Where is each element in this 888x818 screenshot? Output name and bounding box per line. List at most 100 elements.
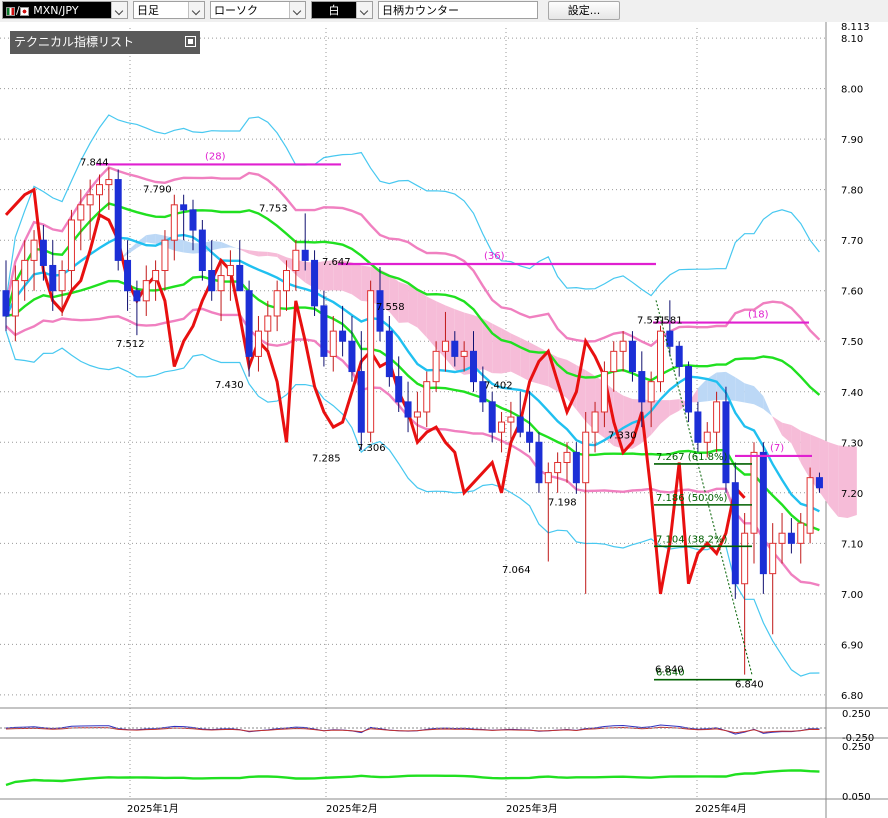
price-annotation: 7.844 xyxy=(80,157,109,168)
sub-axis-label: 0.250 xyxy=(842,709,871,720)
y-axis-label: 7.40 xyxy=(841,388,863,399)
cloud-segment xyxy=(828,442,839,517)
candle-body xyxy=(694,411,702,443)
x-axis-label: 2025年1月 xyxy=(127,802,179,815)
candle-body xyxy=(619,340,627,352)
candle-body xyxy=(245,290,253,357)
price-annotation: 7.285 xyxy=(312,453,341,464)
candle-body xyxy=(423,381,431,413)
price-annotation: 7.306 xyxy=(357,443,386,454)
price-annotation: 7.753 xyxy=(259,203,288,214)
cloud-segment xyxy=(510,333,521,377)
chart-background xyxy=(0,22,888,818)
candle-body xyxy=(264,315,272,332)
candle-body xyxy=(2,290,10,317)
candle-body xyxy=(535,441,543,484)
cloud-segment xyxy=(258,251,268,257)
y-axis-label: 8.10 xyxy=(841,34,863,45)
fibonacci-label: 7.186 (50.0%) xyxy=(656,493,727,504)
cloud-segment xyxy=(445,305,455,370)
settings-button[interactable]: 設定... xyxy=(548,1,620,20)
candle-body xyxy=(67,219,75,272)
candle-body xyxy=(124,259,132,292)
indicator-list-label: テクニカル指標リスト xyxy=(14,35,135,49)
candle-body xyxy=(254,330,262,357)
x-axis-label: 2025年2月 xyxy=(326,802,378,815)
candle-body xyxy=(806,477,814,534)
candle-body xyxy=(600,371,608,413)
chart-grid xyxy=(0,22,888,818)
price-annotation: 7.647 xyxy=(322,257,351,268)
candle-body xyxy=(96,184,103,196)
technical-indicator-list[interactable]: テクニカル指標リスト xyxy=(10,31,200,54)
candle-body xyxy=(470,350,477,383)
candle-body xyxy=(666,330,674,347)
cloud-segment xyxy=(520,337,530,382)
candle-body xyxy=(180,204,188,211)
chevron-down-icon[interactable] xyxy=(188,2,204,18)
candle-body xyxy=(217,275,225,292)
cloud-segment xyxy=(838,445,848,518)
y-axis-label: 7.10 xyxy=(841,539,863,550)
candle-body xyxy=(722,401,730,484)
candle-body xyxy=(11,280,19,317)
candle-body xyxy=(657,330,664,383)
candle-body xyxy=(731,482,739,585)
candle-body xyxy=(311,259,319,307)
candle-body xyxy=(498,421,506,433)
cloud-segment xyxy=(408,284,418,328)
candle-body xyxy=(58,270,66,292)
candle-body xyxy=(638,371,646,403)
price-annotation: 7.330 xyxy=(608,431,637,442)
candle-body xyxy=(460,350,468,357)
candle-body xyxy=(759,451,767,575)
x-axis-label: 2025年4月 xyxy=(695,802,747,815)
candle-body xyxy=(582,431,590,484)
candle-body xyxy=(357,371,365,433)
candle-body xyxy=(198,229,206,272)
candle-body xyxy=(685,366,693,413)
candle-body xyxy=(49,264,57,292)
y-axis-label: 8.00 xyxy=(841,85,863,96)
period-select[interactable]: 日足 xyxy=(133,1,205,19)
price-annotation: 7.512 xyxy=(116,339,145,350)
cloud-segment xyxy=(847,446,857,518)
candle-body xyxy=(563,451,571,463)
y-axis-label: 6.80 xyxy=(841,691,863,702)
collapse-icon[interactable] xyxy=(185,36,196,47)
fibonacci-label: 7.267 (61.8%) xyxy=(656,452,727,463)
candle-body xyxy=(329,330,337,357)
day-counter-label: (28) xyxy=(205,151,226,162)
x-axis-label: 2025年3月 xyxy=(506,802,558,815)
day-counter-input[interactable]: 日柄カウンター xyxy=(378,1,538,19)
candle-body xyxy=(395,376,403,403)
y-axis-label: 7.90 xyxy=(841,135,863,146)
symbol-select[interactable]: / MXN/JPY xyxy=(2,1,128,19)
candle-body xyxy=(741,532,749,585)
chevron-down-icon[interactable] xyxy=(111,2,127,18)
y-axis-label: 7.80 xyxy=(841,186,863,197)
candle-body xyxy=(572,451,580,484)
chevron-down-icon[interactable] xyxy=(356,2,372,18)
candle-body xyxy=(142,280,150,302)
price-annotation: 7.790 xyxy=(143,185,172,196)
candle-body xyxy=(152,270,160,282)
y-axis-label: 7.50 xyxy=(841,337,863,348)
chart-type-select[interactable]: ローソク xyxy=(210,1,306,19)
candle-body xyxy=(610,350,618,373)
candle-body xyxy=(778,532,786,544)
color-mode-select[interactable]: 白 xyxy=(311,1,373,19)
candle-body xyxy=(516,416,524,433)
candle-body xyxy=(507,416,515,423)
price-annotation: 6.840 xyxy=(655,665,684,676)
candle-body xyxy=(797,522,805,544)
candle-body xyxy=(292,249,300,272)
candle-body xyxy=(208,270,216,292)
candle-body xyxy=(236,264,244,292)
sub-axis-label: 0.250 xyxy=(842,742,871,753)
candle-body xyxy=(367,290,375,433)
candle-body xyxy=(170,204,178,241)
chevron-down-icon[interactable] xyxy=(289,2,305,18)
day-counter-text: 日柄カウンター xyxy=(382,4,459,17)
candle-body xyxy=(21,259,29,282)
